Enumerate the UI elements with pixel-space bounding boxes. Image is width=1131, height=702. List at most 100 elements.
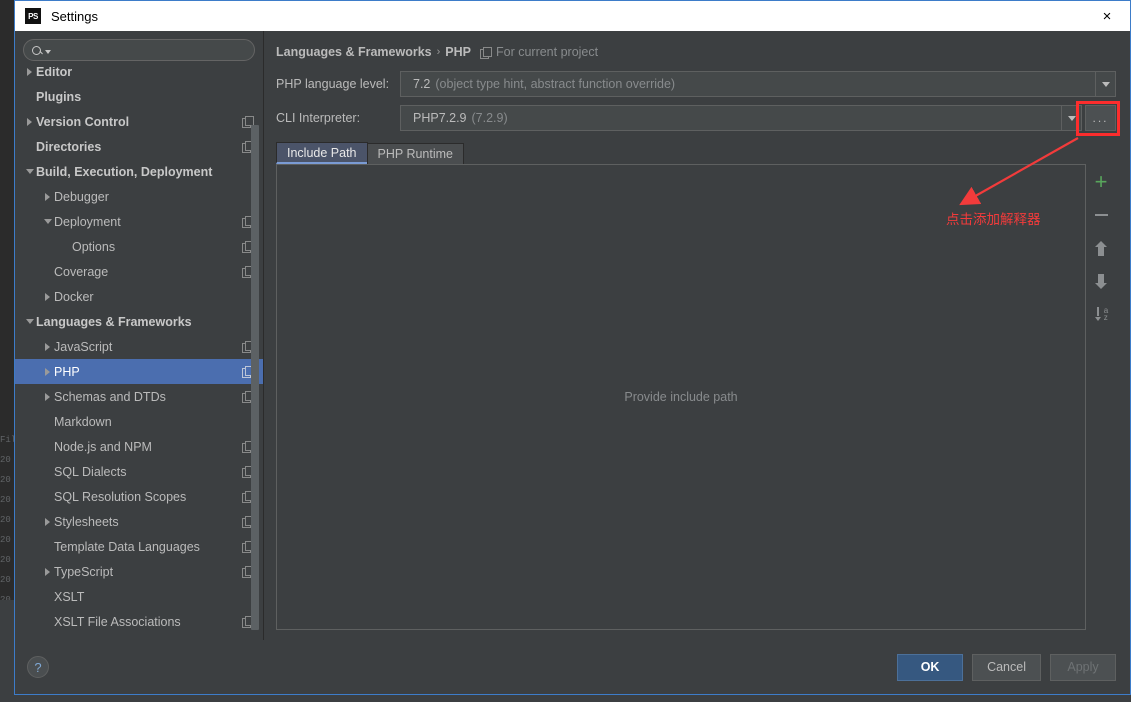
sidebar-item-label: Build, Execution, Deployment [36, 164, 213, 179]
sidebar-item-debugger[interactable]: Debugger [15, 184, 263, 209]
cli-interpreter-detail: (7.2.9) [471, 111, 508, 125]
sidebar-item-stylesheets[interactable]: Stylesheets [15, 509, 263, 534]
chevron-down-icon[interactable] [23, 319, 36, 324]
sidebar-item-markdown[interactable]: Markdown [15, 409, 263, 434]
sidebar-item-coverage[interactable]: Coverage [15, 259, 263, 284]
chevron-right-icon[interactable] [41, 293, 54, 301]
chevron-right-icon[interactable] [23, 68, 36, 76]
php-language-level-row: PHP language level: 7.2 (object type hin… [276, 71, 1116, 97]
sidebar-item-php[interactable]: PHP [15, 359, 263, 384]
php-settings-panel: Languages & Frameworks › PHP For current… [264, 31, 1130, 640]
search-input[interactable] [56, 42, 246, 58]
dialog-footer: ? OK Cancel Apply [15, 640, 1130, 694]
sidebar-item-typescript[interactable]: TypeScript [15, 559, 263, 584]
cancel-button[interactable]: Cancel [972, 653, 1041, 681]
cli-interpreter-combo[interactable]: PHP7.2.9 (7.2.9) [400, 105, 1082, 131]
sidebar-item-editor[interactable]: Editor [15, 67, 263, 84]
php-language-level-label: PHP language level: [276, 77, 390, 91]
dialog-body: Editor Plugins Version Control Directories B… [15, 31, 1130, 640]
chevron-down-icon[interactable] [1061, 106, 1081, 130]
sidebar-item-build-execution-deployment[interactable]: Build, Execution, Deployment [15, 159, 263, 184]
sidebar-item-label: Schemas and DTDs [54, 389, 166, 404]
sidebar-scrollbar-track[interactable] [251, 67, 261, 640]
sidebar-item-options[interactable]: Options [15, 234, 263, 259]
chevron-right-icon[interactable] [41, 568, 54, 576]
sidebar-item-template-data-languages[interactable]: Template Data Languages [15, 534, 263, 559]
sidebar-item-label: SQL Resolution Scopes [54, 489, 187, 504]
sidebar-item-label: Template Data Languages [54, 539, 200, 554]
add-icon[interactable]: + [1090, 171, 1112, 193]
chevron-down-icon[interactable] [41, 219, 54, 224]
chevron-down-icon[interactable] [1095, 72, 1115, 96]
tab-php-runtime[interactable]: PHP Runtime [366, 143, 464, 164]
cli-interpreter-label: CLI Interpreter: [276, 111, 361, 125]
include-path-list[interactable]: Provide include path [276, 164, 1086, 630]
breadcrumb: Languages & Frameworks › PHP For current… [276, 41, 1116, 63]
sidebar-item-node-js-and-npm[interactable]: Node.js and NPM [15, 434, 263, 459]
tool-window-strip [0, 600, 14, 702]
sidebar-item-label: XSLT [54, 589, 85, 604]
search-box[interactable] [23, 39, 255, 61]
move-up-icon[interactable] [1090, 238, 1112, 258]
sidebar-item-directories[interactable]: Directories [15, 134, 263, 159]
sidebar-item-label: Deployment [54, 214, 121, 229]
sidebar-item-sql-resolution-scopes[interactable]: SQL Resolution Scopes [15, 484, 263, 509]
phpstorm-icon: PS [25, 8, 41, 24]
include-path-panel: Provide include path + az [276, 164, 1116, 630]
settings-tree-list: Editor Plugins Version Control Directories B… [15, 67, 263, 640]
sidebar-item-deployment[interactable]: Deployment [15, 209, 263, 234]
settings-tree: Editor Plugins Version Control Directories B… [15, 67, 263, 640]
sidebar-item-label: Stylesheets [54, 514, 119, 529]
chevron-right-icon[interactable] [41, 368, 54, 376]
sidebar-item-label: SQL Dialects [54, 464, 127, 479]
tab-include-path[interactable]: Include Path [276, 142, 368, 164]
sidebar-item-label: Coverage [54, 264, 109, 279]
php-language-level-combo[interactable]: 7.2 (object type hint, abstract function… [400, 71, 1116, 97]
move-down-icon[interactable] [1090, 271, 1112, 291]
remove-icon[interactable] [1090, 205, 1112, 225]
sidebar-item-xslt-file-associations[interactable]: XSLT File Associations [15, 609, 263, 634]
sidebar-item-javascript[interactable]: JavaScript [15, 334, 263, 359]
sidebar-scrollbar-thumb[interactable] [251, 125, 259, 630]
breadcrumb-root[interactable]: Languages & Frameworks [276, 45, 432, 59]
dialog-title: Settings [51, 8, 98, 24]
chevron-right-icon[interactable] [41, 343, 54, 351]
sidebar-item-label: Directories [36, 139, 102, 154]
chevron-right-icon[interactable] [41, 193, 54, 201]
chevron-right-icon[interactable] [41, 518, 54, 526]
help-icon[interactable]: ? [27, 656, 49, 678]
sidebar-item-label: Plugins [36, 89, 82, 104]
browse-interpreters-button[interactable]: ... [1085, 105, 1116, 131]
sidebar-item-version-control[interactable]: Version Control [15, 109, 263, 134]
settings-dialog: PS Settings × Editor Plugins Version Contr… [14, 0, 1131, 695]
sidebar-item-xslt[interactable]: XSLT [15, 584, 263, 609]
sidebar-item-label: Markdown [54, 414, 112, 429]
include-path-toolbar: + az [1086, 164, 1116, 630]
chevron-down-icon[interactable] [23, 169, 36, 174]
apply-button: Apply [1050, 653, 1116, 681]
chevron-right-icon[interactable] [41, 393, 54, 401]
close-icon[interactable]: × [1084, 1, 1130, 31]
sidebar-item-label: PHP [54, 364, 80, 379]
search-wrapper [15, 31, 263, 67]
breadcrumb-scope-label: For current project [495, 45, 599, 59]
breadcrumb-leaf: PHP [445, 45, 471, 59]
ok-button[interactable]: OK [897, 653, 964, 681]
sidebar-item-docker[interactable]: Docker [15, 284, 263, 309]
cli-interpreter-row: CLI Interpreter: PHP7.2.9 (7.2.9) ... [276, 101, 1120, 136]
sidebar-item-label: Options [72, 239, 116, 254]
dialog-titlebar: PS Settings × [15, 1, 1130, 31]
settings-tabs: Include Path PHP Runtime [276, 142, 1116, 164]
sidebar-item-sql-dialects[interactable]: SQL Dialects [15, 459, 263, 484]
sidebar-item-label: JavaScript [54, 339, 113, 354]
sidebar-item-label: TypeScript [54, 564, 114, 579]
sidebar-item-label: Editor [36, 67, 73, 79]
sidebar-item-plugins[interactable]: Plugins [15, 84, 263, 109]
module-icon [479, 46, 492, 59]
chevron-right-icon[interactable] [23, 118, 36, 126]
include-path-empty-text: Provide include path [624, 390, 738, 404]
sort-az-icon[interactable]: az [1090, 304, 1112, 324]
sidebar-item-languages-frameworks[interactable]: Languages & Frameworks [15, 309, 263, 334]
sidebar-item-schemas-and-dtds[interactable]: Schemas and DTDs [15, 384, 263, 409]
sidebar-item-label: Version Control [36, 114, 130, 129]
